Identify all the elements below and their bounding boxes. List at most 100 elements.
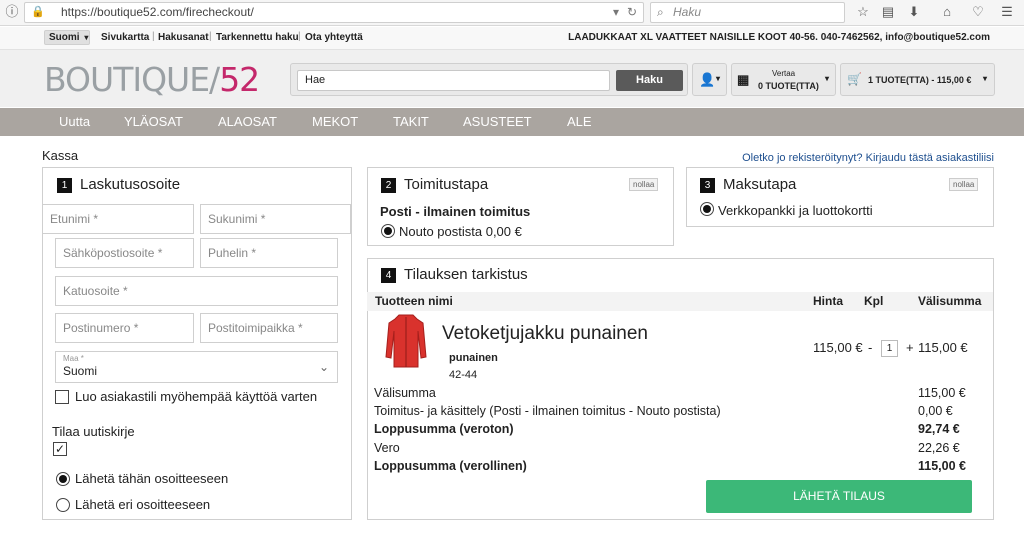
qty-decrease-button[interactable]: -: [868, 340, 872, 355]
create-account-label: Luo asiakastili myöhempää käyttöä varten: [75, 389, 318, 404]
account-button[interactable]: 👤 ▾: [692, 63, 727, 96]
country-select[interactable]: Maa * Suomi ⌄: [55, 351, 338, 383]
totals-row-grand-incl-tax: Loppusumma (verollinen) 115,00 €: [374, 459, 970, 477]
product-name[interactable]: Vetoketjujakku punainen: [442, 323, 648, 345]
ship-other-radio[interactable]: [56, 498, 70, 512]
step-number: 2: [381, 178, 396, 193]
submit-order-button[interactable]: LÄHETÄ TILAUS: [706, 480, 972, 513]
shipping-reset-button[interactable]: nollaa: [629, 178, 659, 191]
site-header: BOUTIQUE/52 Hae Haku 👤 ▾ ▦ Vertaa 0 TUOT…: [0, 49, 1024, 107]
nav-item-mekot[interactable]: MEKOT: [312, 114, 358, 130]
divider: |: [152, 31, 155, 42]
chevron-down-icon: ⌄: [318, 360, 329, 374]
reading-list-icon[interactable]: ▤: [879, 3, 897, 21]
qty-increase-button[interactable]: +: [906, 340, 914, 355]
search-button[interactable]: Haku: [616, 70, 683, 91]
country-value: Suomi: [63, 364, 98, 378]
city-field[interactable]: Postitoimipaikka *: [200, 313, 338, 343]
payment-reset-button[interactable]: nollaa: [949, 178, 979, 191]
col-subtotal: Välisumma: [918, 294, 982, 308]
shipping-title: Toimitustapa: [404, 176, 489, 193]
payment-panel: 3 Maksutapa nollaa Verkkopankki ja luott…: [686, 167, 994, 227]
reload-icon[interactable]: ↻: [627, 3, 637, 22]
email-field[interactable]: Sähköpostiosoite *: [55, 238, 194, 268]
info-icon[interactable]: ⓘ: [3, 3, 21, 21]
downloads-icon[interactable]: ⬇: [905, 3, 923, 21]
postcode-field[interactable]: Postinumero *: [55, 313, 194, 343]
ship-other-label: Lähetä eri osoitteeseen: [75, 497, 211, 512]
home-icon[interactable]: ⌂: [938, 3, 956, 21]
browser-search[interactable]: ⌕ Haku: [650, 2, 845, 23]
nav-item-ale[interactable]: ALE: [567, 114, 592, 130]
nav-item-ylaosat[interactable]: YLÄOSAT: [124, 114, 183, 130]
chevron-down-icon: ▾: [825, 74, 830, 83]
user-icon: 👤: [699, 72, 716, 87]
lastname-field[interactable]: Sukunimi *: [200, 204, 351, 234]
site-logo[interactable]: BOUTIQUE/52: [44, 60, 260, 99]
totals-row-tax: Vero 22,26 €: [374, 441, 970, 459]
nav-item-alaosat[interactable]: ALAOSAT: [218, 114, 277, 130]
main-navigation: Uutta YLÄOSAT ALAOSAT MEKOT TAKIT ASUSTE…: [0, 108, 1024, 136]
checkmark-icon: ✓: [54, 442, 66, 456]
dropdown-icon[interactable]: ▾: [613, 3, 619, 22]
chevron-down-icon: ▾: [84, 33, 89, 42]
payment-option-radio[interactable]: [700, 202, 714, 216]
address-bar[interactable]: 🔒 https://boutique52.com/firecheckout/ ▾…: [24, 2, 644, 23]
bookmark-star-icon[interactable]: ☆: [854, 3, 872, 21]
product-color: punainen: [449, 352, 498, 364]
login-link[interactable]: Oletko jo rekisteröitynyt? Kirjaudu täst…: [742, 152, 994, 164]
link-advanced-search[interactable]: Tarkennettu haku: [216, 32, 299, 43]
qty-input[interactable]: 1: [881, 340, 898, 357]
step-number: 4: [381, 268, 396, 283]
billing-title: Laskutusosoite: [80, 176, 181, 193]
cart-button[interactable]: 🛒 1 TUOTE(TTA) - 115,00 € ▾: [840, 63, 995, 96]
newsletter-label: Tilaa uutiskirje: [52, 424, 135, 439]
product-subtotal: 115,00 €: [918, 340, 968, 355]
col-price: Hinta: [813, 294, 843, 308]
phone-field[interactable]: Puhelin *: [200, 238, 338, 268]
review-table-header: Tuotteen nimi Hinta Kpl Välisumma: [367, 292, 993, 311]
totals-label: Loppusumma (verollinen): [374, 459, 527, 473]
payment-title: Maksutapa: [723, 176, 797, 193]
cart-summary: 1 TUOTE(TTA) - 115,00 €: [868, 75, 972, 85]
newsletter-checkbox[interactable]: ✓: [53, 442, 67, 456]
language-selector[interactable]: Suomi ▾: [44, 30, 90, 45]
chart-icon: ▦: [737, 72, 750, 87]
nav-item-uutta[interactable]: Uutta: [59, 114, 90, 130]
nav-item-takit[interactable]: TAKIT: [393, 114, 429, 130]
product-image[interactable]: [385, 313, 427, 369]
chevron-down-icon: ▾: [983, 74, 988, 83]
create-account-checkbox[interactable]: [55, 390, 69, 404]
country-label: Maa *: [63, 354, 84, 363]
totals-value: 115,00 €: [918, 386, 966, 400]
compare-count: 0 TUOTE(TTA): [758, 81, 819, 91]
street-field[interactable]: Katuosoite *: [55, 276, 338, 306]
top-info-bar: Suomi ▾ Sivukartta | Hakusanat | Tarkenn…: [0, 27, 1024, 49]
col-product-name: Tuotteen nimi: [375, 294, 453, 308]
review-title: Tilauksen tarkistus: [404, 266, 528, 283]
shipping-method-title: Posti - ilmainen toimitus: [380, 204, 531, 219]
product-price: 115,00 €: [813, 340, 863, 355]
link-search-terms[interactable]: Hakusanat: [158, 32, 209, 43]
shipping-option-radio[interactable]: [381, 224, 395, 238]
page-title: Kassa: [42, 148, 79, 163]
link-contact[interactable]: Ota yhteyttä: [305, 32, 363, 43]
url-text: https://boutique52.com/firecheckout/: [61, 5, 254, 19]
compare-button[interactable]: ▦ Vertaa 0 TUOTE(TTA) ▾: [731, 63, 836, 96]
search-input[interactable]: Hae: [297, 70, 610, 91]
totals-label: Toimitus- ja käsittely (Posti - ilmainen…: [374, 404, 721, 418]
link-sitemap[interactable]: Sivukartta: [101, 32, 149, 43]
step-number: 3: [700, 178, 715, 193]
totals-label: Vero: [374, 441, 400, 455]
shipping-option-label: Nouto postista 0,00 €: [399, 224, 522, 239]
step-number: 1: [57, 178, 72, 193]
ship-same-radio[interactable]: [56, 472, 70, 486]
shipping-panel: 2 Toimitustapa nollaa Posti - ilmainen t…: [367, 167, 674, 246]
menu-icon[interactable]: ☰: [998, 3, 1016, 21]
logo-number: 52: [219, 60, 260, 99]
firstname-field[interactable]: Etunimi *: [42, 204, 194, 234]
nav-item-asusteet[interactable]: ASUSTEET: [463, 114, 532, 130]
pocket-icon[interactable]: ♡: [969, 3, 987, 21]
product-size: 42-44: [449, 369, 478, 381]
payment-option-label: Verkkopankki ja luottokortti: [718, 203, 873, 218]
